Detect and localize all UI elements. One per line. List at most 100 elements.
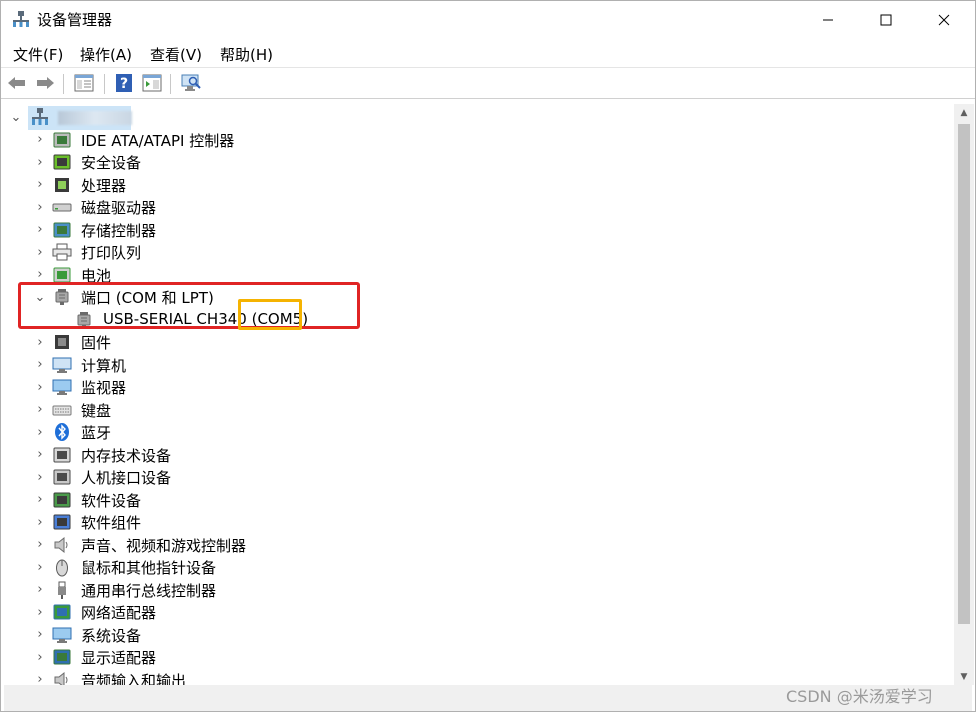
tree-category-row[interactable]: › 软件组件 [4, 511, 949, 533]
tree-category-row[interactable]: › 键盘 [4, 399, 949, 421]
tree-category-label: 蓝牙 [81, 424, 112, 442]
scroll-thumb[interactable] [958, 124, 970, 624]
chevron-right-icon[interactable]: › [34, 241, 46, 263]
chevron-right-icon[interactable]: › [34, 579, 46, 601]
chevron-right-icon[interactable]: › [34, 399, 46, 421]
scan-hardware-button[interactable] [180, 72, 202, 94]
chevron-right-icon[interactable]: › [34, 354, 46, 376]
tree-category-row[interactable]: › 磁盘驱动器 [4, 196, 949, 218]
ide-controller-icon [53, 132, 71, 147]
vertical-scrollbar[interactable]: ▲ ▼ [954, 104, 974, 685]
properties-button[interactable] [141, 72, 163, 94]
chevron-right-icon[interactable]: › [34, 196, 46, 218]
tree-category-row[interactable]: › 安全设备 [4, 151, 949, 173]
tree-category-row[interactable]: › 存储控制器 [4, 219, 949, 241]
tree-category-label: 键盘 [81, 401, 112, 420]
toolbar-separator [63, 74, 64, 94]
tree-category-row[interactable]: › 固件 [4, 331, 949, 353]
maximize-button[interactable] [857, 0, 915, 40]
chevron-right-icon[interactable]: › [34, 219, 46, 241]
forward-arrow-icon [37, 77, 54, 89]
maximize-icon [880, 14, 892, 26]
chevron-right-icon[interactable]: › [34, 534, 46, 556]
tree-category-label: 显示适配器 [81, 649, 157, 667]
chevron-right-icon[interactable]: › [34, 331, 46, 353]
chevron-right-icon[interactable]: › [34, 151, 46, 173]
back-button[interactable] [6, 72, 28, 94]
scroll-up-icon[interactable]: ▲ [954, 104, 974, 121]
chevron-right-icon[interactable]: › [34, 624, 46, 646]
network-adapter-icon [53, 604, 71, 620]
menu-help[interactable]: 帮助(H) [220, 44, 273, 65]
tree-category-label: 监视器 [81, 379, 127, 397]
tree-category-row[interactable]: › 软件设备 [4, 489, 949, 511]
tree-category-label: 通用串行总线控制器 [81, 581, 217, 600]
scroll-down-icon[interactable]: ▼ [954, 668, 974, 685]
tree-category-row[interactable]: › 内存技术设备 [4, 444, 949, 466]
chevron-right-icon[interactable]: › [34, 601, 46, 623]
tree-category-row[interactable]: › 监视器 [4, 376, 949, 398]
chevron-right-icon[interactable]: › [34, 129, 46, 151]
firmware-icon [55, 335, 69, 349]
chevron-right-icon[interactable]: › [34, 376, 46, 398]
minimize-button[interactable] [799, 0, 857, 40]
tree-category-row[interactable]: › 声音、视频和游戏控制器 [4, 534, 949, 556]
chevron-right-icon[interactable]: › [34, 174, 46, 196]
chevron-right-icon[interactable]: › [34, 511, 46, 533]
tree-category-label: 打印队列 [81, 244, 142, 262]
processor-icon [55, 177, 69, 192]
menu-file[interactable]: 文件(F) [13, 44, 63, 65]
tree-category-row[interactable]: › 系统设备 [4, 624, 949, 646]
security-device-icon [53, 154, 71, 170]
chevron-right-icon[interactable]: › [34, 489, 46, 511]
chevron-right-icon[interactable]: › [34, 444, 46, 466]
tree-category-label: 鼠标和其他指针设备 [81, 559, 217, 577]
disk-drive-icon [52, 203, 72, 212]
monitor-icon [52, 379, 72, 395]
tree-category-row[interactable]: › 鼠标和其他指针设备 [4, 556, 949, 578]
chevron-down-icon[interactable]: ⌄ [10, 106, 22, 128]
tree-category-row[interactable]: › 人机接口设备 [4, 466, 949, 488]
toolbar-divider [0, 98, 976, 99]
tree-category-label: IDE ATA/ATAPI 控制器 [81, 131, 235, 150]
tree-category-label: 软件设备 [81, 491, 142, 510]
device-tree[interactable]: ⌄ › IDE ATA/ATAPI 控制器 › 安全设备 › 处理器 › 磁盘驱动器 › 存储控制… [4, 104, 954, 685]
chevron-right-icon[interactable]: › [34, 669, 46, 685]
tree-root-row[interactable]: ⌄ [4, 106, 949, 130]
tree-category-row[interactable]: › 计算机 [4, 354, 949, 376]
tree-category-row[interactable]: › 打印队列 [4, 241, 949, 263]
chevron-right-icon[interactable]: › [34, 646, 46, 668]
menu-action[interactable]: 操作(A) [80, 44, 132, 65]
toolbar: ? [0, 68, 976, 98]
chevron-right-icon[interactable]: › [34, 556, 46, 578]
menu-bar: 文件(F) 操作(A) 查看(V) 帮助(H) [0, 40, 976, 66]
hid-icon [53, 469, 71, 485]
tree-category-row[interactable]: › 通用串行总线控制器 [4, 579, 949, 601]
console-tree-button[interactable] [73, 72, 95, 94]
display-adapter-icon [53, 649, 71, 665]
tree-category-row[interactable]: › 网络适配器 [4, 601, 949, 623]
menu-view[interactable]: 查看(V) [150, 44, 202, 65]
audio-icon [54, 536, 68, 553]
tree-category-label: 声音、视频和游戏控制器 [81, 536, 247, 555]
software-component-icon [53, 514, 71, 530]
memory-device-icon [53, 447, 71, 462]
tree-category-row[interactable]: › 处理器 [4, 174, 949, 196]
close-button[interactable] [915, 0, 973, 40]
chevron-right-icon[interactable]: › [34, 466, 46, 488]
device-manager-icon [13, 11, 29, 27]
chevron-right-icon[interactable]: › [34, 421, 46, 443]
back-arrow-icon [8, 77, 25, 89]
toolbar-separator [170, 74, 171, 94]
tree-category-row[interactable]: › 蓝牙 [4, 421, 949, 443]
tree-category-row[interactable]: › IDE ATA/ATAPI 控制器 [4, 129, 949, 151]
tree-category-label: 存储控制器 [81, 221, 157, 240]
help-button[interactable]: ? [113, 72, 135, 94]
window-title: 设备管理器 [37, 11, 113, 29]
tree-category-label: 处理器 [81, 176, 127, 195]
redacted-computer-name [58, 111, 132, 125]
tree-category-row[interactable]: › 显示适配器 [4, 646, 949, 668]
tree-category-label: 磁盘驱动器 [81, 199, 157, 217]
toolbar-separator [104, 74, 105, 94]
forward-button[interactable] [34, 72, 56, 94]
